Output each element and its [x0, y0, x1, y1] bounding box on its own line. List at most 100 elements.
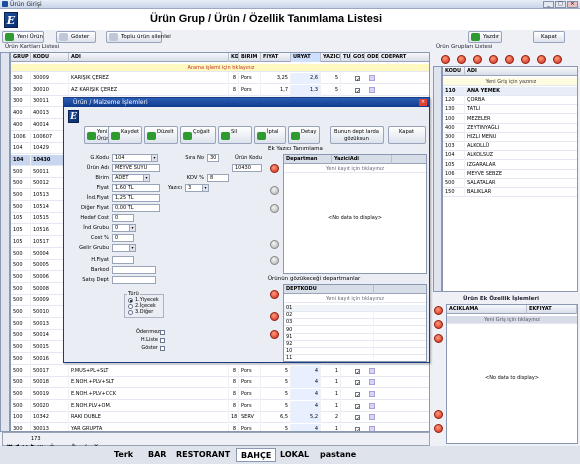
field-adi[interactable]: MEYVE SUYU [112, 164, 160, 172]
taskbar-item[interactable]: RESTORANT [172, 448, 234, 462]
col-fiyat[interactable]: FIYAT [261, 53, 291, 62]
col-group-adi[interactable]: ADI [465, 67, 577, 76]
field-gelir[interactable]: ▾ [112, 244, 136, 252]
new-product-button[interactable]: Yeni Ürün [2, 31, 44, 43]
dialog-button-2[interactable]: Düzelt [144, 126, 178, 144]
oden-marker[interactable] [369, 86, 375, 93]
group-refresh-icon[interactable] [553, 55, 562, 64]
field-sira[interactable]: 30 [207, 154, 219, 162]
dept-row[interactable]: 02 [284, 312, 426, 320]
oden-marker[interactable] [369, 379, 375, 386]
dialog-button-8[interactable]: Kapat [388, 126, 426, 144]
field-hedef[interactable]: 0 [112, 214, 134, 222]
group-up-icon[interactable] [521, 55, 530, 64]
col-group-kodu[interactable]: KODU [443, 67, 465, 76]
dialog-button-5[interactable]: İptal [254, 126, 286, 144]
type-radio[interactable] [128, 310, 133, 315]
col-yaziciadi[interactable]: YaziciAdi [332, 155, 392, 164]
special-save-icon[interactable] [434, 410, 443, 419]
col-gos[interactable]: GOS [351, 53, 365, 62]
gos-checkbox[interactable] [355, 87, 360, 98]
field-hfiyat[interactable] [112, 256, 134, 264]
special-cancel-icon[interactable] [434, 424, 443, 433]
group-add-icon[interactable] [441, 55, 450, 64]
groups-new-row[interactable]: Yeni Griş için yazınız [443, 78, 577, 86]
group-row[interactable]: 150 BALIKLAR [443, 188, 577, 198]
taskbar-item[interactable]: pastane [316, 448, 360, 462]
special-new-row[interactable]: Yeni Griş için tıklayınız [447, 316, 577, 324]
col-cdepart[interactable]: CDEPART [379, 53, 429, 62]
group-row[interactable]: 103 ALKOLLÜ [443, 142, 577, 152]
depts-new-row[interactable]: Yeni kayıt için tıklayınız [284, 295, 426, 303]
printer-save-icon[interactable] [270, 240, 279, 249]
printer-edit-icon[interactable] [270, 204, 279, 213]
dept-row[interactable]: 11 [284, 355, 426, 361]
printer-new-row[interactable]: Yeni kayıt için tıklayınız [284, 165, 426, 173]
col-adi[interactable]: ADI [69, 53, 229, 62]
special-remove-icon[interactable] [434, 320, 443, 329]
dept-edit-icon[interactable] [270, 330, 279, 339]
col-tu[interactable]: TU [341, 53, 351, 62]
dept-row[interactable]: 03 [284, 319, 426, 327]
close-button[interactable]: Kapat [533, 31, 565, 43]
table-row[interactable]: 500 50020 E.NOH.PLV+OM. 8 Pors 5 4 1 [11, 400, 429, 414]
dept-row[interactable]: 01 [284, 305, 426, 312]
gos-checkbox[interactable] [355, 379, 360, 390]
field-cost[interactable]: 0 [112, 234, 134, 242]
table-row[interactable]: 500 50019 E.NOH.+PLV+CCK 8 Pors 5 4 1 [11, 388, 429, 402]
type-radio[interactable] [128, 298, 133, 303]
table-row[interactable]: 300 30013 YAR GRUPTA 8 Pors 5 4 1 [11, 424, 429, 431]
chevron-down-icon[interactable]: ▾ [202, 185, 208, 191]
group-row[interactable]: 120 ÇORBA [443, 96, 577, 106]
chevron-down-icon[interactable]: ▾ [129, 225, 135, 231]
taskbar-item[interactable]: BAR [144, 448, 170, 462]
flag-checkbox[interactable] [160, 330, 165, 335]
field-yazici[interactable]: 3 ▾ [185, 184, 209, 192]
oden-marker[interactable] [369, 402, 375, 409]
taskbar-item[interactable]: BAHÇE [236, 448, 277, 462]
minimize-button[interactable]: _ [543, 1, 554, 8]
maximize-button[interactable]: □ [555, 1, 566, 8]
dialog-button-3[interactable]: Çoğalt [180, 126, 216, 144]
gos-checkbox[interactable] [355, 414, 360, 425]
printer-remove-icon[interactable] [270, 186, 279, 195]
dialog-button-1[interactable]: Kaydet [108, 126, 142, 144]
col-aciklama[interactable]: ACIKLAMA [447, 305, 527, 314]
dept-remove-icon[interactable] [270, 312, 279, 321]
col-kd[interactable]: KD [229, 53, 239, 62]
field-barkod[interactable] [112, 266, 156, 274]
dept-row[interactable]: 91 [284, 333, 426, 341]
special-edit-icon[interactable] [434, 334, 443, 343]
table-row[interactable]: 100 10342 RAKI DUBLE 18 SERV 6,5 5,2 2 [11, 412, 429, 425]
show-button[interactable]: Göster [56, 31, 96, 43]
field-urun_kodu[interactable]: 10430 [232, 164, 262, 172]
field-ind_fiyat[interactable]: 1,25 TL [112, 194, 160, 202]
col-birim[interactable]: BIRIM [239, 53, 261, 62]
type-radio[interactable] [128, 304, 133, 309]
gos-checkbox[interactable] [355, 403, 360, 414]
gos-checkbox[interactable] [355, 75, 360, 86]
dialog-button-6[interactable]: Detay [288, 126, 320, 144]
table-row[interactable]: 500 50017 P.MUS+PL+SLT 8 Pors 5 4 1 [11, 365, 429, 379]
dialog-button-7[interactable]: Bunun dept larda gözüksun [330, 126, 384, 144]
chevron-down-icon[interactable]: ▾ [143, 175, 149, 181]
col-oden[interactable]: ODEN [365, 53, 379, 62]
oden-marker[interactable] [369, 75, 375, 81]
products-search-row[interactable]: Arama işlemi için tıklayınız [11, 64, 429, 72]
gos-checkbox[interactable] [355, 391, 360, 402]
dept-row[interactable]: 92 [284, 341, 426, 348]
oden-marker[interactable] [369, 414, 375, 421]
group-row[interactable]: 104 ALKOLSUZ [443, 151, 577, 161]
taskbar-item[interactable]: LOKAL [276, 448, 313, 462]
special-add-icon[interactable] [434, 306, 443, 315]
group-edit-icon[interactable] [473, 55, 482, 64]
group-row[interactable]: 105 IZGARALAR [443, 160, 577, 170]
gos-checkbox[interactable] [355, 368, 360, 379]
dept-row[interactable]: 10 [284, 348, 426, 356]
field-ind_grubu[interactable]: 0 ▾ [112, 224, 136, 232]
col-deptkodu[interactable]: DEPTKODU [284, 285, 374, 294]
group-row[interactable]: 130 TATLI [443, 105, 577, 115]
close-window-button[interactable]: × [567, 1, 578, 8]
group-down-icon[interactable] [537, 55, 546, 64]
col-departman[interactable]: Departman [284, 155, 332, 164]
